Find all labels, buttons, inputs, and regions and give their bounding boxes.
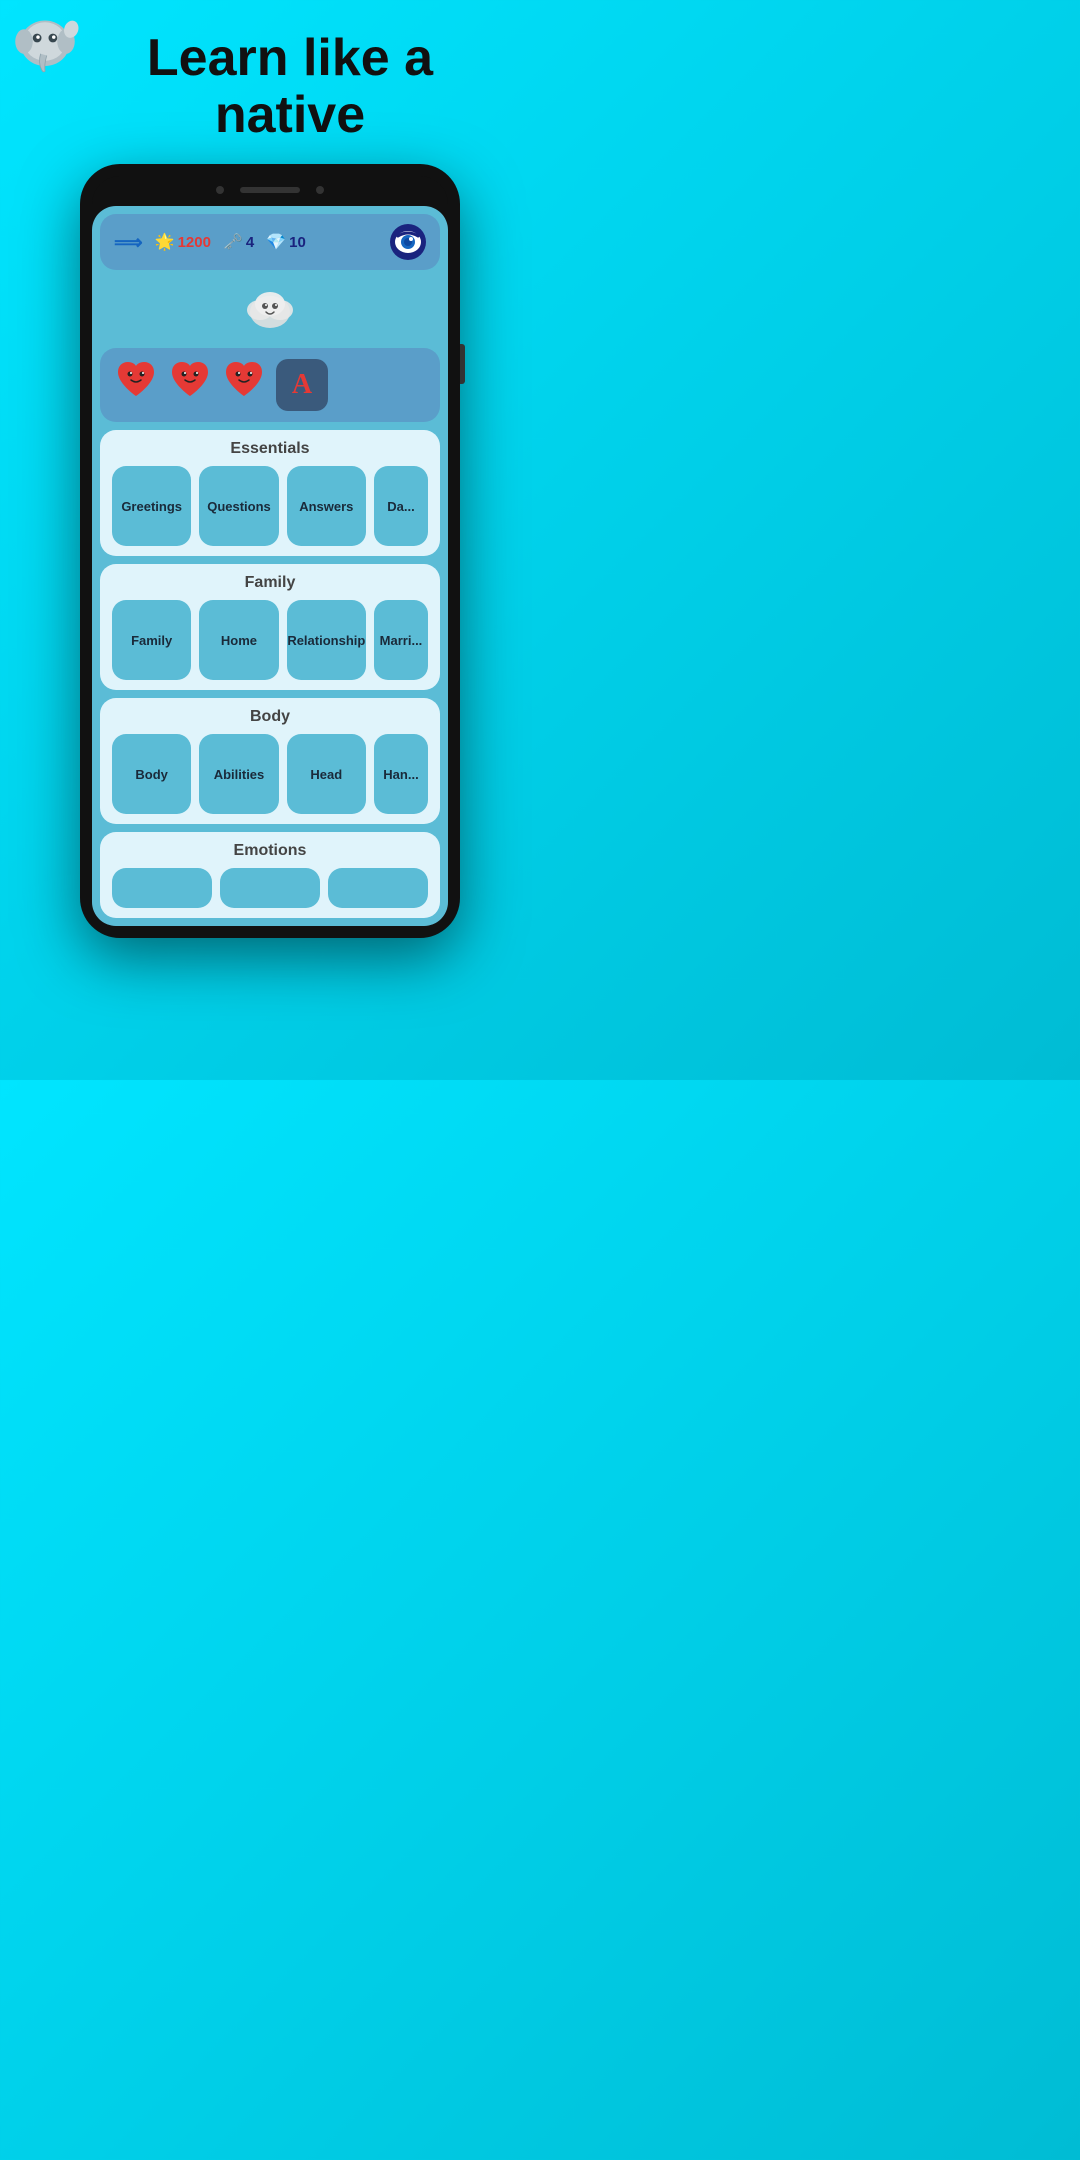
- camera-dot-right: [316, 186, 324, 194]
- emotion-card-3[interactable]: [328, 868, 428, 908]
- marriage-card-partial[interactable]: Marri...: [374, 600, 428, 680]
- body-section: Body Body Abilities Head Han...: [100, 698, 440, 824]
- stats-left: ⟹ 🌟 1200 🗝️ 4 💎 10: [114, 230, 306, 255]
- essentials-grid: Greetings Questions Answers Da...: [112, 466, 428, 546]
- head-card[interactable]: Head: [287, 734, 366, 814]
- questions-card[interactable]: Questions: [199, 466, 278, 546]
- home-card[interactable]: Home: [199, 600, 278, 680]
- body-card[interactable]: Body: [112, 734, 191, 814]
- sun-stat: 🌟 1200: [155, 232, 211, 252]
- body-title: Body: [112, 708, 428, 726]
- diamond-value: 10: [289, 234, 306, 251]
- heart-3: [222, 358, 266, 412]
- arrow-icon: ⟹: [114, 230, 143, 255]
- sun-value: 1200: [178, 234, 211, 251]
- relationship-card[interactable]: Relationship: [287, 600, 366, 680]
- headline: Learn like a native: [147, 30, 433, 144]
- body-grid: Body Abilities Head Han...: [112, 734, 428, 814]
- days-card-partial[interactable]: Da...: [374, 466, 428, 546]
- hearts-row: A: [100, 348, 440, 422]
- letter-badge[interactable]: A: [276, 359, 328, 411]
- family-card[interactable]: Family: [112, 600, 191, 680]
- key-icon: 🗝️: [223, 232, 243, 252]
- family-section: Family Family Home Relationship Marri...: [100, 564, 440, 690]
- family-title: Family: [112, 574, 428, 592]
- sun-icon: 🌟: [155, 232, 175, 252]
- essentials-section: Essentials Greetings Questions Answers D…: [100, 430, 440, 556]
- greetings-card[interactable]: Greetings: [112, 466, 191, 546]
- abilities-card[interactable]: Abilities: [199, 734, 278, 814]
- eye-button[interactable]: [390, 224, 426, 260]
- diamond-stat: 💎 10: [266, 232, 306, 252]
- camera-dot-left: [216, 186, 224, 194]
- top-area: Learn like a native: [0, 0, 540, 154]
- phone-frame: ⟹ 🌟 1200 🗝️ 4 💎 10: [80, 164, 460, 938]
- emotions-grid: [112, 868, 428, 908]
- mascot-top: [10, 10, 80, 80]
- emotions-title: Emotions: [112, 842, 428, 860]
- key-value: 4: [246, 234, 254, 251]
- speaker-bar: [240, 187, 300, 193]
- emotion-card-2[interactable]: [220, 868, 320, 908]
- stats-bar: ⟹ 🌟 1200 🗝️ 4 💎 10: [100, 214, 440, 270]
- essentials-title: Essentials: [112, 440, 428, 458]
- emotions-section: Emotions: [100, 832, 440, 918]
- diamond-icon: 💎: [266, 232, 286, 252]
- heart-1: [114, 358, 158, 412]
- hand-card-partial[interactable]: Han...: [374, 734, 428, 814]
- emotion-card-1[interactable]: [112, 868, 212, 908]
- heart-2: [168, 358, 212, 412]
- family-grid: Family Home Relationship Marri...: [112, 600, 428, 680]
- cloud-mascot: [92, 278, 448, 348]
- answers-card[interactable]: Answers: [287, 466, 366, 546]
- phone-notch: [92, 176, 448, 204]
- key-stat: 🗝️ 4: [223, 232, 254, 252]
- phone-screen: ⟹ 🌟 1200 🗝️ 4 💎 10: [92, 206, 448, 926]
- side-button: [460, 344, 465, 384]
